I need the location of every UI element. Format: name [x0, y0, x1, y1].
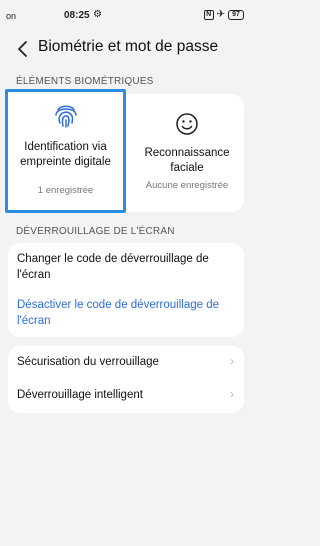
unlock-section-label: DÉVERROUILLAGE DE L'ÉCRAN [16, 226, 175, 237]
page-title: Biométrie et mot de passe [38, 38, 219, 55]
biometrics-card: Identification via empreinte digitale 1 … [5, 89, 246, 213]
lock-security-label: Sécurisation du verrouillage [17, 356, 159, 368]
face-recognition-option[interactable]: Reconnaissance faciale Aucune enregistré… [128, 94, 246, 212]
disable-unlock-code-label: Désactiver le code de déverrouillage de … [17, 299, 220, 327]
change-unlock-code-label: Changer le code de déverrouillage de l'é… [17, 253, 209, 281]
chevron-right-icon: › [230, 354, 234, 368]
status-time: 08:25 [64, 10, 90, 21]
face-title: Reconnaissance faciale [144, 147, 230, 174]
status-icons: N ✈ 97 [203, 9, 244, 20]
nfc-icon: N [203, 9, 214, 20]
fingerprint-title: Identification via empreinte digitale [20, 141, 111, 168]
fingerprint-subtitle: 1 enregistrée [37, 185, 94, 196]
face-subtitle: Aucune enregistrée [145, 180, 229, 191]
back-arrow-icon [18, 41, 27, 57]
disable-unlock-code-item[interactable]: Désactiver le code de déverrouillage de … [8, 291, 244, 337]
status-bar: on 08:25 ⚙ N ✈ 97 [0, 0, 252, 34]
lock-settings-card: Sécurisation du verrouillage › Déverroui… [8, 346, 244, 413]
header: Biométrie et mot de passe [0, 34, 252, 64]
smart-unlock-label: Déverrouillage intelligent [17, 389, 143, 401]
smart-unlock-item[interactable]: Déverrouillage intelligent › [8, 380, 244, 413]
biometrics-section-label: ÉLÉMENTS BIOMÉTRIQUES [16, 76, 154, 87]
back-button[interactable] [14, 38, 34, 60]
chevron-right-icon: › [230, 387, 234, 401]
status-left-text: on [6, 11, 17, 21]
face-icon [176, 113, 198, 135]
unlock-card: Changer le code de déverrouillage de l'é… [8, 243, 244, 337]
change-unlock-code-item[interactable]: Changer le code de déverrouillage de l'é… [8, 243, 244, 289]
fingerprint-icon [54, 105, 77, 128]
fingerprint-option[interactable]: Identification via empreinte digitale 1 … [5, 89, 126, 213]
battery-icon: 97 [228, 9, 244, 20]
settings-gear-icon: ⚙ [93, 9, 102, 20]
airplane-icon: ✈ [216, 9, 225, 20]
lock-security-item[interactable]: Sécurisation du verrouillage › [8, 346, 244, 379]
